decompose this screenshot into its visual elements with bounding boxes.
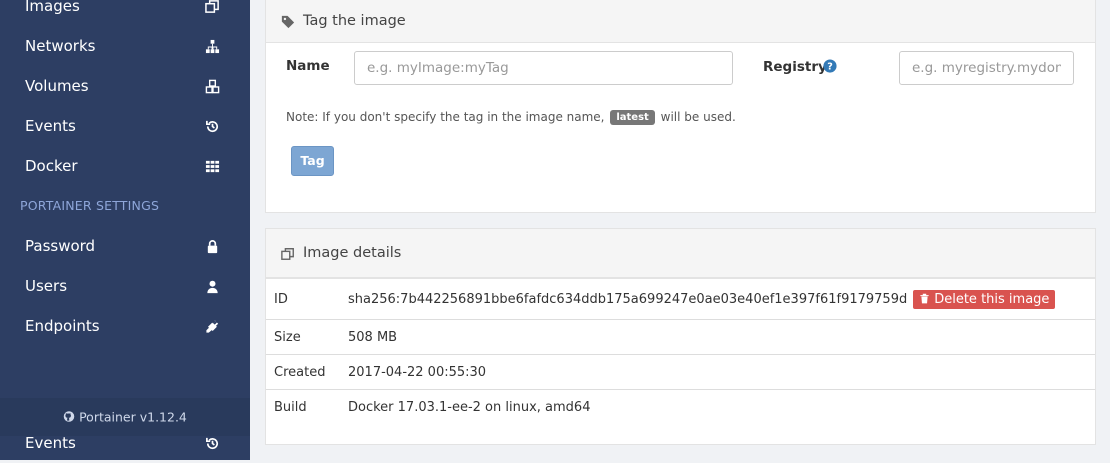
grid-icon [204, 158, 220, 174]
sidebar-item-docker[interactable]: Docker [0, 146, 250, 186]
image-details-panel: Image details ID sha256:7b442256891bbe6f… [265, 228, 1096, 445]
trash-icon [920, 293, 929, 303]
sidebar: Images Networks Volumes Events Docker PO… [0, 0, 250, 460]
image-name-input[interactable] [354, 51, 733, 85]
note-suffix: will be used. [660, 110, 736, 124]
sidebar-item-label: Users [25, 277, 68, 295]
row-key: Build [266, 389, 340, 424]
row-value: 2017-04-22 00:55:30 [340, 354, 1095, 390]
sidebar-item-label: Images [25, 0, 80, 15]
help-icon[interactable]: ? [823, 58, 837, 73]
table-row: ID sha256:7b442256891bbe6fafdc634ddb175a… [266, 278, 1095, 320]
clone-icon [281, 246, 295, 260]
sitemap-icon [204, 38, 220, 54]
sidebar-item-networks[interactable]: Networks [0, 26, 250, 66]
sidebar-section-title: PORTAINER SETTINGS [20, 198, 160, 213]
sidebar-item-images[interactable]: Images [0, 0, 250, 26]
delete-image-button[interactable]: Delete this image [913, 289, 1056, 309]
sidebar-item-events[interactable]: Events [0, 106, 250, 146]
tag-form: Name Registry ? Note: If you don't speci… [266, 1, 1095, 212]
history-icon [204, 435, 220, 451]
sidebar-item-label: Networks [25, 37, 96, 55]
table-row: Build Docker 17.03.1-ee-2 on linux, amd6… [266, 389, 1095, 424]
delete-label: Delete this image [934, 291, 1050, 307]
sidebar-item-label: Events [25, 117, 76, 135]
user-icon [204, 278, 220, 294]
name-label: Name [286, 58, 330, 74]
panel-title: Image details [303, 245, 402, 261]
row-value: sha256:7b442256891bbe6fafdc634ddb175a699… [340, 278, 1095, 320]
row-key: Size [266, 319, 340, 355]
registry-input[interactable] [899, 51, 1074, 85]
sidebar-item-password[interactable]: Password [0, 226, 250, 266]
table-row: Created 2017-04-22 00:55:30 [266, 354, 1095, 390]
history-icon [204, 118, 220, 134]
sidebar-item-label: Endpoints [25, 317, 100, 335]
sidebar-item-endpoints[interactable]: Endpoints [0, 306, 250, 346]
sidebar-item-users[interactable]: Users [0, 266, 250, 306]
tag-note: Note: If you don't specify the tag in th… [286, 110, 736, 125]
cubes-icon [204, 78, 220, 94]
clone-icon [204, 0, 220, 14]
svg-text:?: ? [827, 62, 833, 73]
lock-icon [204, 238, 220, 254]
plug-icon [204, 318, 220, 334]
note-prefix: Note: If you don't specify the tag in th… [286, 110, 605, 124]
sidebar-item-label: Events [25, 434, 76, 452]
table-row: Size 508 MB [266, 319, 1095, 355]
tag-image-panel: Tag the image Name Registry ? Note: If y… [265, 0, 1096, 213]
github-icon [63, 411, 75, 422]
row-key: ID [266, 278, 340, 320]
details-table: ID sha256:7b442256891bbe6fafdc634ddb175a… [266, 278, 1095, 424]
sidebar-item-label: Docker [25, 157, 78, 175]
row-value: Docker 17.03.1-ee-2 on linux, amd64 [340, 389, 1095, 424]
panel-header: Image details [266, 229, 1095, 278]
sidebar-item-events-bottom[interactable]: Events [0, 423, 250, 463]
registry-label: Registry [763, 59, 827, 75]
sidebar-item-label: Password [25, 237, 96, 255]
tag-button[interactable]: Tag [291, 146, 334, 176]
row-value: 508 MB [340, 319, 1095, 355]
sidebar-item-label: Volumes [25, 77, 89, 95]
image-id: sha256:7b442256891bbe6fafdc634ddb175a699… [348, 291, 908, 307]
sidebar-item-volumes[interactable]: Volumes [0, 66, 250, 106]
latest-badge: latest [610, 110, 655, 125]
row-key: Created [266, 354, 340, 390]
